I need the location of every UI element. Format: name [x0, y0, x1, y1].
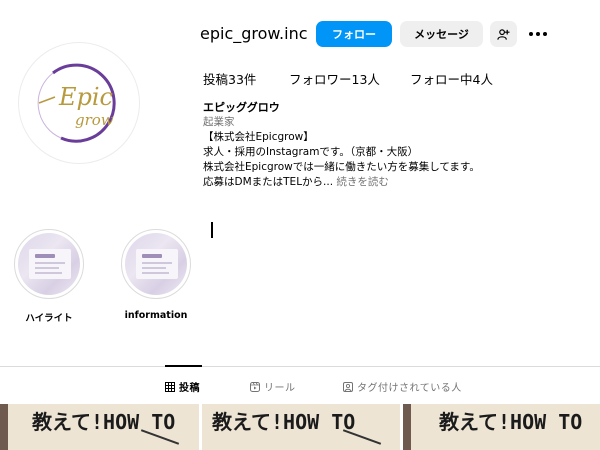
tab-reels[interactable]: リール: [250, 379, 296, 394]
highlight-cover: [125, 233, 187, 295]
suggest-users-button[interactable]: [490, 21, 517, 47]
tab-label: 投稿: [179, 383, 200, 394]
epicgrow-logo: Epic grow: [37, 63, 116, 143]
bio-line: 株式会社Epicgrowでは一緒に働きたい方を募集してます。: [203, 161, 480, 173]
tab-label: タグ付けされている人: [357, 383, 462, 394]
profile-category: 起業家: [203, 116, 235, 128]
grid-icon: [165, 381, 175, 392]
highlight-label: ハイライト: [25, 313, 73, 324]
posts-grid: 教えて!HOW TO 教えて!HOW TO 教えて!HOW TO: [0, 404, 600, 450]
post-thumbnail[interactable]: 教えて!HOW TO: [403, 404, 600, 450]
highlight-ring: [14, 229, 84, 299]
bio-line-last: 応募はDMまたはTELから... 続きを読む: [203, 175, 593, 190]
profile-bio: エピッググロウ 起業家 【株式会社Epicgrow】 求人・採用のInstagr…: [203, 100, 593, 190]
profile-display-name: エピッググロウ: [203, 101, 280, 114]
follow-button[interactable]: フォロー: [316, 21, 392, 47]
bio-line: 求人・採用のInstagramです。（京都・大阪）: [203, 146, 419, 158]
add-user-icon: [497, 28, 510, 40]
highlight-ring: [121, 229, 191, 299]
highlight-cover: [18, 233, 80, 295]
more-options-icon[interactable]: [526, 24, 550, 44]
highlight-item[interactable]: information: [120, 229, 192, 321]
tab-label: リール: [264, 383, 296, 394]
stat-posts: 投稿33件: [203, 72, 257, 87]
bio-truncated-text: 応募はDMまたはTELから...: [203, 176, 334, 188]
post-thumbnail-text: 教えて!HOW TO: [212, 410, 356, 434]
stat-followers-link[interactable]: フォロワー13人: [289, 69, 380, 88]
tab-posts[interactable]: 投稿: [165, 379, 200, 394]
post-thumbnail[interactable]: 教えて!HOW TO: [202, 404, 400, 450]
profile-avatar[interactable]: Epic grow: [18, 42, 140, 164]
message-button[interactable]: メッセージ: [400, 21, 483, 47]
logo-text-line1: Epic: [58, 83, 113, 111]
post-thumbnail[interactable]: 教えて!HOW TO: [0, 404, 199, 450]
tabs-divider: [0, 366, 600, 367]
highlight-label: information: [124, 310, 188, 321]
read-more-link[interactable]: 続きを読む: [336, 176, 389, 188]
tab-tagged[interactable]: タグ付けされている人: [343, 379, 462, 394]
logo-text-line2: grow: [75, 111, 114, 129]
active-tab-indicator: [165, 365, 202, 367]
profile-username: epic_grow.inc: [200, 24, 308, 43]
highlight-item[interactable]: ハイライト: [13, 229, 85, 324]
reels-icon: [250, 381, 260, 392]
post-thumbnail-text: 教えて!HOW TO: [439, 410, 583, 434]
text-cursor: [211, 222, 213, 238]
tagged-icon: [343, 381, 353, 392]
post-thumbnail-text: 教えて!HOW TO: [32, 410, 176, 434]
bio-line: 【株式会社Epicgrow】: [203, 131, 314, 143]
stat-following-link[interactable]: フォロー中4人: [410, 69, 493, 88]
